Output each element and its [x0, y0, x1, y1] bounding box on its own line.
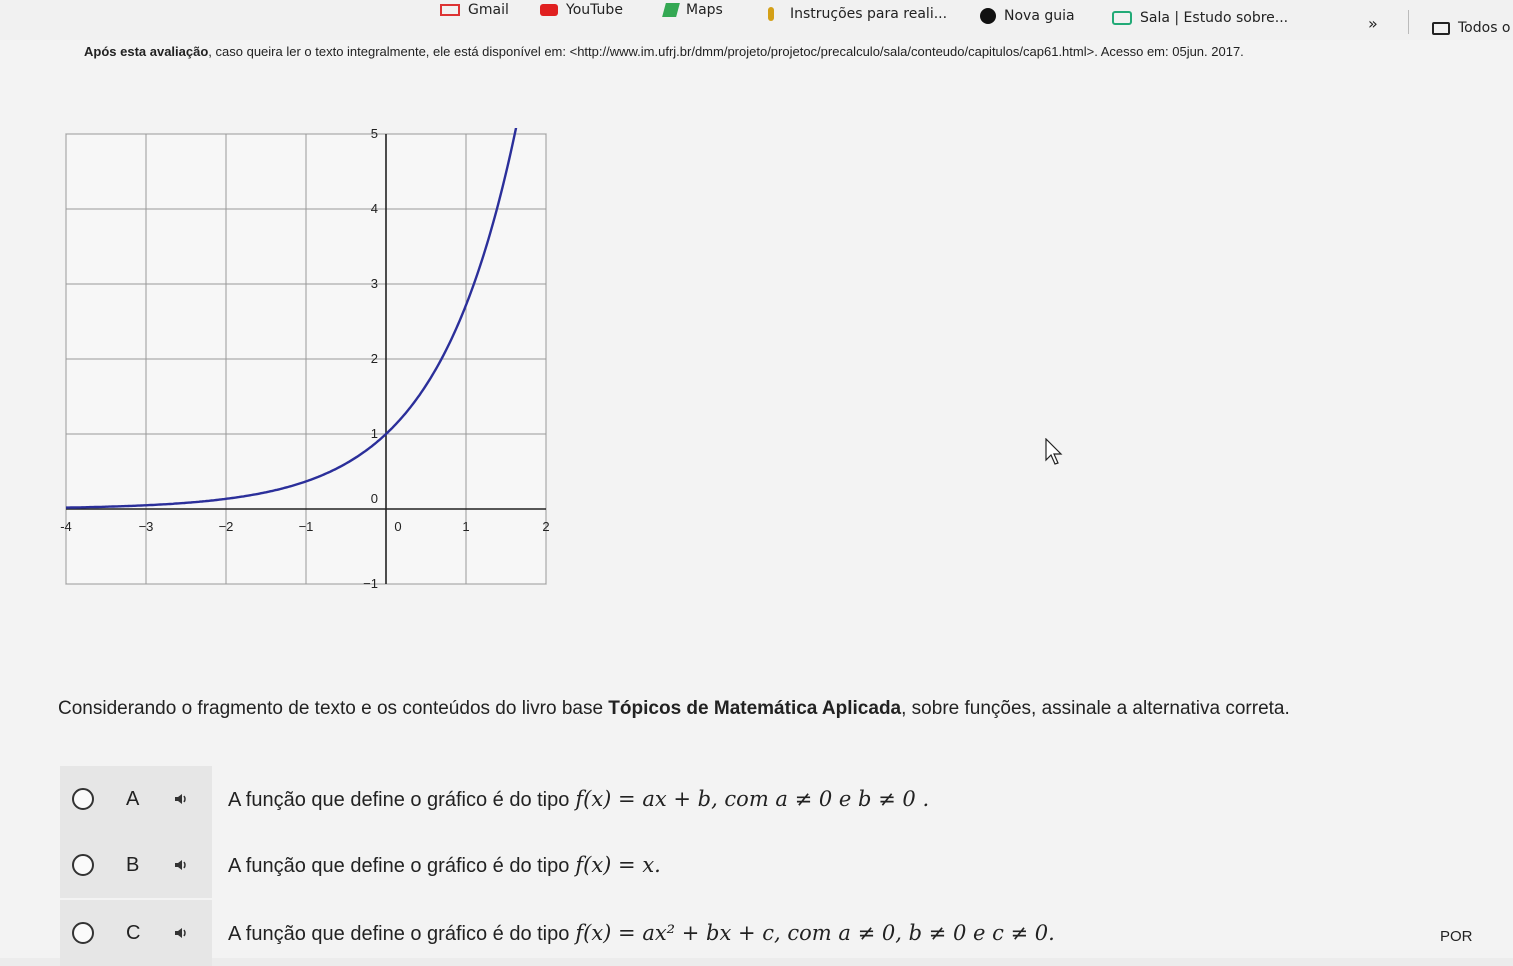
- x-tick-label: −2: [219, 519, 234, 534]
- option-a-math: f(x) = ax + b, com a ≠ 0 e b ≠ 0 .: [575, 786, 930, 811]
- option-b-text: A função que define o gráfico é do tipo f…: [228, 852, 661, 877]
- bookmarks-overflow-button[interactable]: »: [1368, 14, 1378, 33]
- x-tick-label: 1: [462, 519, 469, 534]
- bookmark-maps[interactable]: Maps: [662, 2, 723, 18]
- y-tick-label: −1: [363, 576, 378, 591]
- bookmarks-divider: [1408, 10, 1409, 34]
- bookmark-sala[interactable]: Sala | Estudo sobre...: [1112, 10, 1288, 26]
- option-a-letter: A: [126, 787, 140, 810]
- option-a-radio[interactable]: [72, 788, 94, 810]
- folder-icon: [1432, 21, 1450, 35]
- gmail-icon: [440, 4, 460, 16]
- page-content: Após esta avaliação, caso queira ler o t…: [0, 40, 1513, 966]
- bookmarks-bar: Gmail YouTube Maps Instruções para reali…: [0, 0, 1513, 41]
- option-b-radio[interactable]: [72, 854, 94, 876]
- y-tick-label: 3: [371, 276, 378, 291]
- language-indicator[interactable]: POR: [1440, 928, 1473, 945]
- y-tick-label: 4: [371, 201, 378, 216]
- option-a-text: A função que define o gráfico é do tipo f…: [228, 786, 930, 811]
- option-a[interactable]: A A função que define o gráfico é do tip…: [60, 766, 1513, 832]
- source-lead: Após esta avaliação: [84, 44, 209, 59]
- bookmark-nova-guia[interactable]: Nova guia: [980, 8, 1075, 24]
- bookmark-youtube[interactable]: YouTube: [540, 2, 623, 18]
- y-tick-label: 5: [371, 128, 378, 141]
- x-tick-label: −1: [299, 519, 314, 534]
- speaker-icon[interactable]: [174, 858, 188, 872]
- y-tick-label: 1: [371, 426, 378, 441]
- book-title: Tópicos de Matemática Aplicada: [608, 698, 902, 719]
- x-tick-label: -4: [60, 519, 72, 534]
- speaker-icon[interactable]: [174, 926, 188, 940]
- option-b-math: f(x) = x.: [575, 852, 661, 877]
- x-tick-label: −3: [139, 519, 154, 534]
- x-tick-label: 2: [542, 519, 549, 534]
- option-c-letter: C: [126, 921, 141, 944]
- option-b-letter: B: [126, 853, 140, 876]
- source-text: , caso queira ler o texto integralmente,…: [208, 44, 1244, 59]
- y-tick-label: 2: [371, 351, 378, 366]
- bookmark-folder-todos[interactable]: Todos o: [1432, 20, 1511, 36]
- globe-icon: [980, 8, 996, 24]
- option-b[interactable]: B A função que define o gráfico é do tip…: [60, 832, 1513, 898]
- y-tick-label: 0: [371, 491, 378, 506]
- youtube-icon: [540, 4, 558, 16]
- question-prompt: Considerando o fragmento de texto e os c…: [58, 698, 1290, 719]
- pin-icon: [768, 7, 774, 21]
- exponential-function-graph: -4 −3 −2 −1 0 1 2 −1 0 1 2 3 4 5: [60, 128, 550, 591]
- option-c-math: f(x) = ax² + bx + c, com a ≠ 0, b ≠ 0 e …: [575, 920, 1055, 945]
- bookmark-gmail[interactable]: Gmail: [440, 2, 509, 18]
- option-c[interactable]: C A função que define o gráfico é do tip…: [60, 900, 1513, 966]
- speaker-icon[interactable]: [174, 792, 188, 806]
- bookmark-instrucoes[interactable]: Instruções para reali...: [768, 6, 947, 22]
- mouse-cursor-icon: [1045, 438, 1063, 465]
- x-tick-label: 0: [394, 519, 401, 534]
- source-reference: Após esta avaliação, caso queira ler o t…: [84, 44, 1244, 59]
- option-c-text: A função que define o gráfico é do tipo f…: [228, 920, 1055, 945]
- option-c-radio[interactable]: [72, 922, 94, 944]
- graph-grid: [65, 133, 547, 585]
- maps-icon: [662, 3, 680, 17]
- graduation-cap-icon: [1112, 11, 1132, 25]
